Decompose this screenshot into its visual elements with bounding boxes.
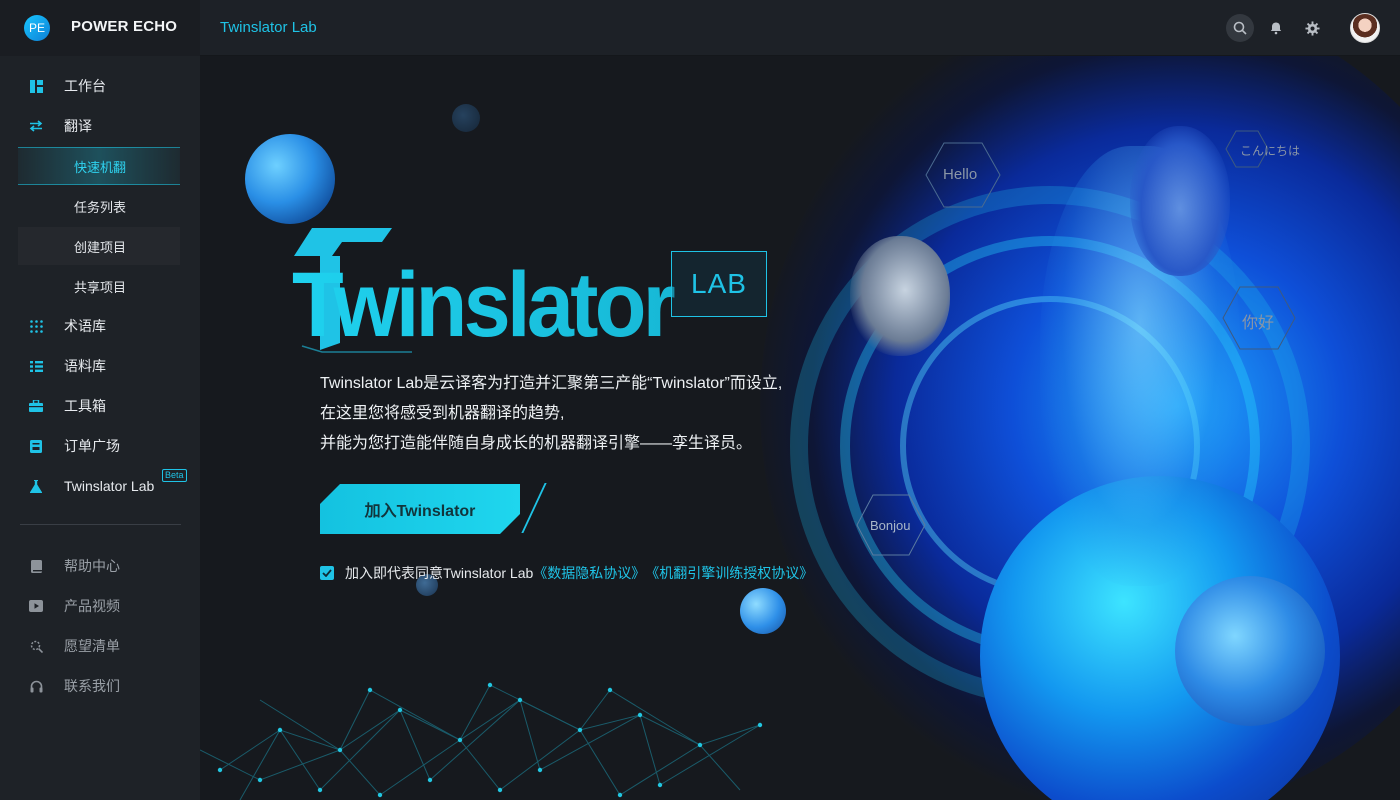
sidebar-subitem-label: 快速机翻 bbox=[74, 159, 127, 175]
privacy-policy-link[interactable]: 《数据隐私协议》 bbox=[533, 563, 645, 583]
swap-icon bbox=[28, 118, 44, 134]
sidebar-item-workbench[interactable]: 工作台 bbox=[0, 66, 200, 106]
bell-icon bbox=[1270, 22, 1282, 35]
agreement-text: 加入即代表同意Twinslator Lab bbox=[345, 565, 534, 581]
sidebar-item-termbase[interactable]: 术语库 bbox=[0, 306, 200, 346]
flask-icon bbox=[28, 478, 44, 494]
button-accent-line bbox=[521, 483, 547, 533]
hero-face bbox=[1130, 126, 1230, 276]
sidebar-item-product-video[interactable]: 产品视频 bbox=[0, 586, 200, 626]
lab-badge: LAB bbox=[671, 251, 767, 317]
hero-description-line: Twinslator Lab是云译客为打造并汇聚第三产能“Twinslator”… bbox=[320, 375, 783, 392]
sidebar-item-label: 帮助中心 bbox=[64, 558, 120, 574]
book-icon bbox=[28, 558, 44, 574]
sidebar-item-label: 联系我们 bbox=[64, 678, 120, 694]
sidebar-item-label: 产品视频 bbox=[64, 598, 120, 614]
sidebar-subitem-shared-project[interactable]: 共享项目 bbox=[18, 267, 180, 305]
sidebar-subitem-label: 共享项目 bbox=[74, 279, 127, 295]
notifications-button[interactable] bbox=[1262, 14, 1290, 42]
sidebar-item-toolbox[interactable]: 工具箱 bbox=[0, 386, 200, 426]
greeting-label: Bonjou bbox=[870, 518, 911, 533]
sidebar-item-contact-us[interactable]: 联系我们 bbox=[0, 666, 200, 706]
join-twinslator-button[interactable]: 加入Twinslator bbox=[320, 484, 520, 534]
sidebar-item-label: 工作台 bbox=[64, 78, 106, 94]
agreement-checkbox[interactable] bbox=[320, 566, 334, 580]
sidebar-subitem-label: 创建项目 bbox=[74, 239, 127, 255]
page-title: Twinslator Lab bbox=[220, 19, 317, 36]
agreement-row: 加入即代表同意Twinslator Lab 《数据隐私协议》 《机翻引擎训练授权… bbox=[320, 563, 813, 583]
hero-description-line: 并能为您打造能伴随自身成长的机器翻译引擎——孪生译员。 bbox=[320, 435, 753, 452]
beta-badge: Beta bbox=[162, 469, 187, 482]
floating-sphere bbox=[245, 134, 335, 224]
check-icon bbox=[322, 569, 332, 577]
greeting-label: こんにちは bbox=[1240, 144, 1301, 158]
floating-sphere bbox=[1175, 576, 1325, 726]
order-icon bbox=[28, 438, 44, 454]
sidebar-item-translate[interactable]: 翻译 bbox=[0, 106, 200, 146]
sidebar-item-label: 愿望清单 bbox=[64, 638, 120, 654]
sidebar-item-twinslator-lab[interactable]: Twinslator Lab Beta bbox=[0, 466, 200, 506]
hero-face bbox=[850, 236, 950, 356]
network-mesh bbox=[200, 682, 763, 800]
greeting-label: 你好 bbox=[1242, 315, 1275, 332]
play-icon bbox=[28, 598, 44, 614]
brand-area: PE POWER ECHO bbox=[0, 0, 200, 56]
search-icon bbox=[1233, 21, 1247, 35]
wordmark-text: Twinslator bbox=[292, 254, 675, 353]
settings-button[interactable] bbox=[1298, 14, 1326, 42]
sidebar-item-help-center[interactable]: 帮助中心 bbox=[0, 546, 200, 586]
floating-sphere bbox=[452, 104, 480, 132]
hero-area: Hello こんにちは 你好 Bonjou Twinslator LAB Twi… bbox=[200, 56, 1400, 800]
toolbox-icon bbox=[28, 398, 44, 414]
sidebar-divider bbox=[20, 524, 181, 525]
dashboard-icon bbox=[28, 78, 44, 94]
headset-icon bbox=[28, 678, 44, 694]
list-icon bbox=[28, 358, 44, 374]
sidebar: 工作台 翻译 快速机翻 任务列表 创建项目 共享项目 术语库 语料库 工具箱 订… bbox=[0, 56, 200, 800]
hero-description-line: 在这里您将感受到机器翻译的趋势, bbox=[320, 405, 565, 422]
sidebar-item-corpus[interactable]: 语料库 bbox=[0, 346, 200, 386]
brand-name: POWER ECHO bbox=[71, 18, 178, 35]
sidebar-subitem-task-list[interactable]: 任务列表 bbox=[18, 187, 180, 225]
floating-sphere bbox=[740, 588, 786, 634]
avatar[interactable] bbox=[1350, 13, 1380, 43]
sidebar-subitem-quick-mt[interactable]: 快速机翻 bbox=[18, 147, 180, 185]
sidebar-item-label: 翻译 bbox=[64, 118, 92, 134]
twinslator-wordmark: Twinslator bbox=[292, 228, 679, 353]
sidebar-item-label: 术语库 bbox=[64, 318, 106, 334]
brand-logo[interactable]: PE bbox=[24, 15, 50, 41]
sidebar-subitem-label: 任务列表 bbox=[74, 199, 127, 215]
sidebar-item-wishlist[interactable]: 愿望清单 bbox=[0, 626, 200, 666]
top-bar: PE POWER ECHO Twinslator Lab bbox=[0, 0, 1400, 56]
sidebar-item-label: 语料库 bbox=[64, 358, 106, 374]
gear-icon bbox=[1304, 20, 1320, 36]
wish-icon bbox=[28, 638, 44, 654]
sidebar-item-label: 订单广场 bbox=[64, 438, 120, 454]
sidebar-item-label: Twinslator Lab bbox=[64, 478, 155, 494]
greeting-label: Hello bbox=[943, 166, 978, 183]
sidebar-subitem-create-project[interactable]: 创建项目 bbox=[18, 227, 180, 265]
sidebar-item-label: 工具箱 bbox=[64, 398, 106, 414]
engine-training-agreement-link[interactable]: 《机翻引擎训练授权协议》 bbox=[645, 563, 813, 583]
search-button[interactable] bbox=[1226, 14, 1254, 42]
grid-dots-icon bbox=[28, 318, 44, 334]
sidebar-item-order-square[interactable]: 订单广场 bbox=[0, 426, 200, 466]
